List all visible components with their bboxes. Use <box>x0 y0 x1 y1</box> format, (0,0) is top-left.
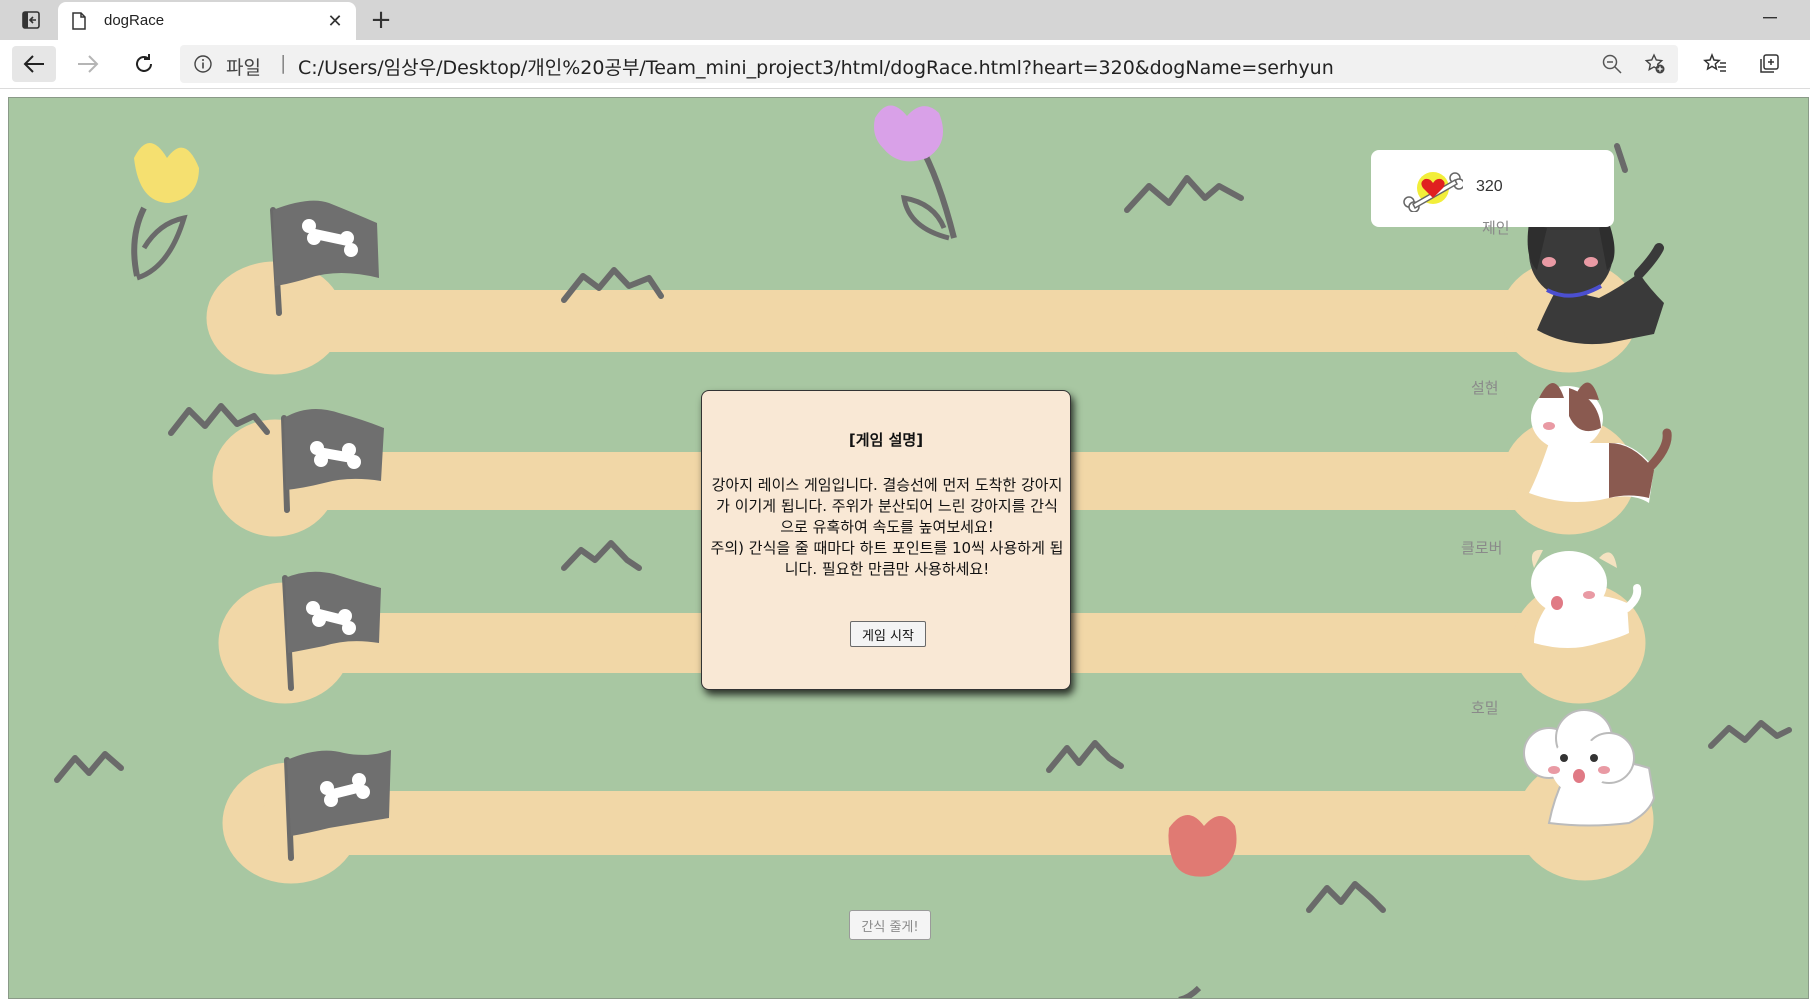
browser-toolbar: 파일 | C:/Users/임상우/Desktop/개인%20공부/Team_m… <box>0 40 1810 89</box>
plus-icon[interactable]: + <box>366 5 396 35</box>
modal-title: [게임 설명] <box>848 431 924 449</box>
grass-tuft <box>1306 881 1386 913</box>
start-game-button[interactable]: 게임 시작 <box>850 621 926 647</box>
red-flower-icon <box>1168 814 1237 998</box>
game-instructions-modal: [게임 설명] 강아지 레이스 게임입니다. 결승선에 먼저 도착한 강아지가 … <box>701 390 1071 690</box>
give-snack-button[interactable]: 간식 줄게! <box>849 910 931 940</box>
dog-name-homil: 호밀 <box>1471 699 1499 717</box>
dog-name-clover: 클로버 <box>1461 539 1503 557</box>
minimize-icon[interactable] <box>1750 4 1790 32</box>
heart-bone-icon <box>1403 168 1465 216</box>
address-url[interactable]: C:/Users/임상우/Desktop/개인%20공부/Team_mini_p… <box>298 53 1334 80</box>
purple-flower-icon <box>874 105 957 241</box>
favorites-icon[interactable] <box>1698 48 1732 80</box>
track-lane-4 <box>222 759 1654 884</box>
grass-tuft <box>1614 143 1628 173</box>
dog-name-seolhyun: 설현 <box>1471 379 1499 397</box>
grass-tuft <box>1124 175 1244 213</box>
heart-count: 320 <box>1476 178 1503 195</box>
track-lane-1 <box>206 259 1638 375</box>
collections-icon[interactable] <box>1752 48 1786 80</box>
page-icon <box>72 12 86 34</box>
tab-strip: dogRace ✕ + <box>0 0 1810 40</box>
dog-jane-icon <box>1527 208 1664 345</box>
add-favorite-icon[interactable] <box>1644 53 1666 79</box>
reload-icon[interactable] <box>122 46 166 82</box>
address-scheme: 파일 <box>226 57 261 79</box>
back-arrow-icon[interactable] <box>12 46 56 82</box>
heart-point-panel: 320 <box>1371 150 1614 227</box>
modal-warning: 주의) 간식을 줄 때마다 하트 포인트를 10씩 사용하게 됩니다. 필요한 … <box>710 539 1064 578</box>
grass-tuft <box>1046 740 1124 773</box>
modal-description: 강아지 레이스 게임입니다. 결승선에 먼저 도착한 강아지가 이기게 됩니다.… <box>711 476 1063 536</box>
page-viewport: 320 제인 설현 클로버 호밀 간식 줄게! [게임 설명] 강아지 레이스 … <box>8 97 1809 999</box>
tab-title: dogRace <box>104 12 165 29</box>
info-icon[interactable] <box>194 55 212 77</box>
dog-name-jane: 제인 <box>1482 219 1510 237</box>
close-icon[interactable]: ✕ <box>324 10 346 32</box>
grass-tuft <box>54 751 124 783</box>
tab-actions-icon[interactable] <box>12 6 50 34</box>
active-tab[interactable]: dogRace ✕ <box>58 2 356 40</box>
grass-tuft <box>561 540 642 571</box>
address-separator: | <box>280 52 287 74</box>
yellow-flower-icon <box>131 143 199 281</box>
forward-arrow-icon[interactable] <box>66 46 110 82</box>
grass-tuft <box>1708 720 1792 749</box>
modal-body: 강아지 레이스 게임입니다. 결승선에 먼저 도착한 강아지가 이기게 됩니다.… <box>710 475 1064 580</box>
zoom-out-icon[interactable] <box>1602 54 1622 78</box>
address-bar[interactable]: 파일 | C:/Users/임상우/Desktop/개인%20공부/Team_m… <box>180 45 1678 83</box>
